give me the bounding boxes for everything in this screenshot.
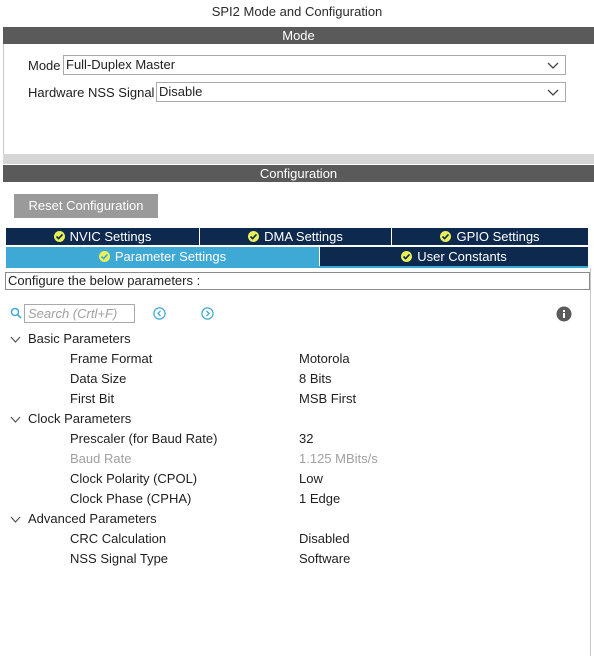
param-name[interactable]: CRC Calculation	[70, 531, 166, 546]
tab-parameter-settings[interactable]: Parameter Settings	[6, 247, 320, 266]
check-circle-icon	[53, 231, 65, 242]
reset-configuration-button[interactable]: Reset Configuration	[14, 194, 158, 218]
chevron-down-icon	[10, 513, 21, 528]
group-advanced-parameters[interactable]: Advanced Parameters	[10, 511, 157, 526]
tab-gpio-settings[interactable]: GPIO Settings	[392, 228, 588, 245]
chevron-down-icon	[547, 58, 559, 72]
tab-label: DMA Settings	[264, 229, 343, 244]
param-value[interactable]: MSB First	[299, 391, 356, 406]
param-name[interactable]: First Bit	[70, 391, 114, 406]
param-value[interactable]: 32	[299, 431, 313, 446]
param-name[interactable]: Data Size	[70, 371, 126, 386]
tab-label: User Constants	[417, 249, 507, 264]
param-name[interactable]: Clock Polarity (CPOL)	[70, 471, 197, 486]
mode-label: Mode	[28, 58, 61, 73]
group-clock-parameters[interactable]: Clock Parameters	[10, 411, 132, 426]
panel-title: SPI2 Mode and Configuration	[211, 4, 383, 19]
info-icon[interactable]	[556, 306, 572, 325]
instruction-text: Configure the below parameters :	[5, 272, 590, 290]
tab-label: NVIC Settings	[69, 229, 152, 244]
section-splitter[interactable]	[3, 154, 594, 164]
param-value: 1.125 MBits/s	[299, 451, 378, 466]
tab-label: Parameter Settings	[114, 249, 227, 264]
check-circle-icon	[440, 231, 452, 242]
param-name[interactable]: Clock Phase (CPHA)	[70, 491, 191, 506]
nss-label: Hardware NSS Signal	[28, 85, 155, 100]
search-icon	[10, 307, 22, 322]
check-circle-icon	[98, 251, 110, 262]
nss-select[interactable]: Disable	[156, 82, 566, 102]
configuration-section-header: Configuration	[3, 165, 594, 182]
param-name[interactable]: Prescaler (for Baud Rate)	[70, 431, 217, 446]
param-value[interactable]: Disabled	[299, 531, 350, 546]
tab-nvic-settings[interactable]: NVIC Settings	[6, 228, 200, 245]
tab-dma-settings[interactable]: DMA Settings	[200, 228, 392, 245]
tab-underline	[6, 266, 588, 268]
mode-select-value: Full-Duplex Master	[66, 57, 176, 72]
search-input[interactable]: Search (Crtl+F)	[24, 304, 135, 323]
param-name[interactable]: Frame Format	[70, 351, 152, 366]
check-circle-icon	[401, 251, 413, 262]
group-label: Basic Parameters	[28, 331, 131, 346]
left-border	[3, 44, 4, 154]
group-label: Advanced Parameters	[28, 511, 157, 526]
param-value[interactable]: 1 Edge	[299, 491, 340, 506]
check-circle-icon	[248, 231, 260, 242]
param-value[interactable]: Motorola	[299, 351, 350, 366]
tab-user-constants[interactable]: User Constants	[320, 247, 588, 266]
chevron-down-icon	[10, 333, 21, 348]
param-value[interactable]: Software	[299, 551, 350, 566]
previous-arrow-icon[interactable]	[153, 307, 166, 323]
group-label: Clock Parameters	[28, 411, 132, 426]
param-name: Baud Rate	[70, 451, 132, 466]
nss-select-value: Disable	[159, 84, 203, 99]
param-value[interactable]: 8 Bits	[299, 371, 332, 386]
tab-label: GPIO Settings	[456, 229, 540, 244]
param-name[interactable]: NSS Signal Type	[70, 551, 168, 566]
group-basic-parameters[interactable]: Basic Parameters	[10, 331, 131, 346]
right-border	[590, 268, 591, 656]
next-arrow-icon[interactable]	[201, 307, 214, 323]
mode-section-header: Mode	[3, 27, 594, 44]
mode-select[interactable]: Full-Duplex Master	[63, 55, 566, 75]
chevron-down-icon	[10, 413, 21, 428]
chevron-down-icon	[547, 85, 559, 99]
param-value[interactable]: Low	[299, 471, 323, 486]
